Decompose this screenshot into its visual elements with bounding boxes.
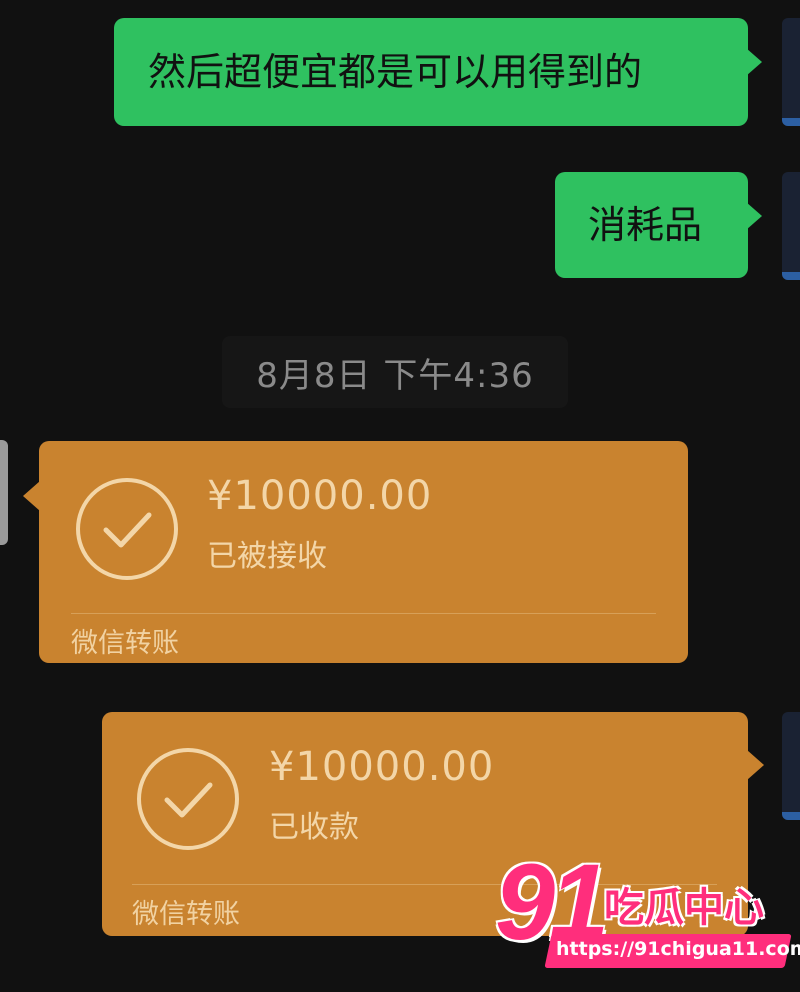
watermark-name: 吃瓜中心 xyxy=(604,885,764,931)
transfer-footer-label: 微信转账 xyxy=(132,899,240,930)
self-avatar[interactable] xyxy=(782,18,800,126)
check-circle-icon xyxy=(137,748,239,850)
bubble-tail xyxy=(746,48,762,76)
transfer-status: 已被接收 xyxy=(207,539,327,574)
message-text: 消耗品 xyxy=(588,203,703,247)
self-avatar[interactable] xyxy=(782,172,800,280)
self-avatar[interactable] xyxy=(782,712,800,820)
transfer-status: 已收款 xyxy=(269,810,359,845)
check-circle-icon xyxy=(76,478,178,580)
contact-avatar[interactable] xyxy=(0,440,8,545)
chat-bubble-outgoing[interactable]: 消耗品 xyxy=(555,172,762,278)
bubble-tail xyxy=(747,750,764,780)
transfer-card-incoming[interactable]: ¥10000.00 已被接收 微信转账 xyxy=(23,441,688,663)
message-text: 然后超便宜都是可以用得到的 xyxy=(148,50,643,94)
card-divider xyxy=(71,613,656,614)
bubble-tail xyxy=(23,481,40,511)
transfer-footer-label: 微信转账 xyxy=(71,628,179,659)
watermark-url: https://91chigua11.com xyxy=(556,938,800,960)
chat-timestamp: 8月8日 下午4:36 xyxy=(222,336,568,408)
transfer-amount: ¥10000.00 xyxy=(207,473,433,519)
chat-bubble-outgoing[interactable]: 然后超便宜都是可以用得到的 xyxy=(114,18,762,126)
transfer-amount: ¥10000.00 xyxy=(269,744,495,790)
bubble-tail xyxy=(746,202,762,230)
